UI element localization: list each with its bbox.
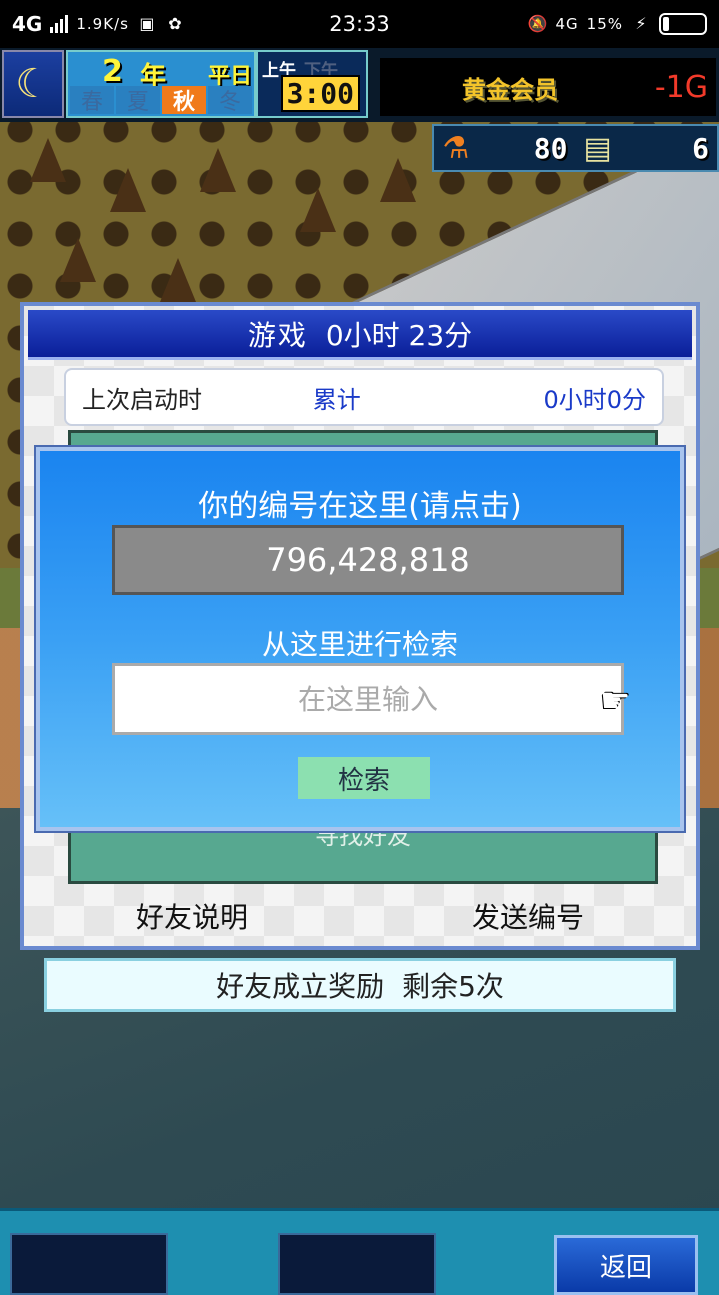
status-bar: 4G 1.9K/s ▣ ✿ 23:33 🔕 4G 15% ⚡: [0, 0, 719, 48]
tree-decoration: [30, 138, 66, 182]
play-time-label: 游戏: [247, 318, 308, 352]
ticket-icon: ▤: [583, 130, 612, 166]
game-clock: 上午 下午 3:00: [256, 50, 368, 118]
season-autumn: 秋: [162, 86, 206, 115]
tree-decoration: [160, 258, 196, 302]
total-value: 0小时0分: [543, 385, 647, 414]
user-id-box[interactable]: 796,428,818: [112, 525, 624, 595]
play-time-value: 0小时 23分: [325, 318, 473, 352]
money-display: -1G: [654, 69, 708, 105]
wechat-icon: ✿: [168, 14, 182, 33]
battery-percent: 15%: [586, 15, 623, 33]
search-input[interactable]: [112, 663, 624, 735]
menu-slot-1[interactable]: [10, 1233, 168, 1295]
moon-icon: ☾: [15, 61, 51, 107]
game-time: 3:00: [280, 75, 360, 112]
flask-icon: ⚗: [442, 130, 470, 166]
network-type-right: 4G: [555, 15, 579, 33]
member-label: 黄金会员: [462, 75, 558, 104]
tree-decoration: [300, 188, 336, 232]
panel-title: 游戏 0小时 23分: [28, 310, 692, 360]
season-spring: 春: [70, 86, 114, 115]
year-number: 2: [102, 54, 123, 89]
mute-icon: 🔕: [527, 14, 548, 33]
last-launch-label: 上次启动时: [82, 385, 202, 414]
charging-icon: ⚡: [635, 14, 647, 33]
send-id-link[interactable]: 发送编号: [472, 896, 584, 936]
tree-decoration: [60, 238, 96, 282]
weather-indicator: ☾: [2, 50, 64, 118]
resource-bar: ⚗ 80 ▤ 6: [432, 124, 719, 172]
season-summer: 夏: [116, 86, 160, 115]
reward-label: 好友成立奖励: [216, 970, 385, 1003]
app-notification-icon: ▣: [139, 14, 155, 33]
panel-links: 好友说明 发送编号: [24, 896, 696, 936]
search-title: 从这里进行检索: [261, 628, 458, 661]
total-label: 累计: [312, 385, 361, 414]
bottom-bar: 返回: [0, 1208, 719, 1295]
friend-reward-banner: 好友成立奖励 剩余5次: [44, 958, 676, 1012]
menu-slot-2[interactable]: [278, 1233, 436, 1295]
friend-help-link[interactable]: 好友说明: [136, 896, 248, 936]
tree-decoration: [200, 148, 236, 192]
friend-search-dialog: 你的编号在这里(请点击) 796,428,818 从这里进行检索 ☚ 检索: [36, 447, 684, 831]
season-list: 春 夏 秋 冬: [70, 86, 252, 115]
battery-icon: [659, 13, 707, 35]
research-points: 80: [533, 131, 568, 165]
top-hud: ☾ 2 年 平日 春 夏 秋 冬 上午 下午 3:00 黄金会员 -1G: [0, 48, 719, 122]
reward-remaining: 剩余5次: [402, 970, 504, 1003]
hand-pointer-icon: ☚: [600, 681, 631, 721]
signal-icon: [50, 15, 69, 33]
network-speed: 1.9K/s: [76, 15, 129, 33]
season-winter: 冬: [208, 86, 252, 115]
tree-decoration: [380, 158, 416, 202]
play-stats-row: 上次启动时 累计 0小时0分: [64, 368, 664, 426]
network-type: 4G: [12, 12, 43, 36]
ticket-count: 6: [692, 131, 709, 165]
member-panel[interactable]: 黄金会员 -1G: [380, 58, 716, 116]
tree-decoration: [110, 168, 146, 212]
search-button[interactable]: 检索: [298, 757, 430, 799]
back-button[interactable]: 返回: [554, 1235, 698, 1295]
calendar: 2 年 平日 春 夏 秋 冬: [66, 50, 256, 118]
dialog-title: 你的编号在这里(请点击): [198, 489, 522, 524]
